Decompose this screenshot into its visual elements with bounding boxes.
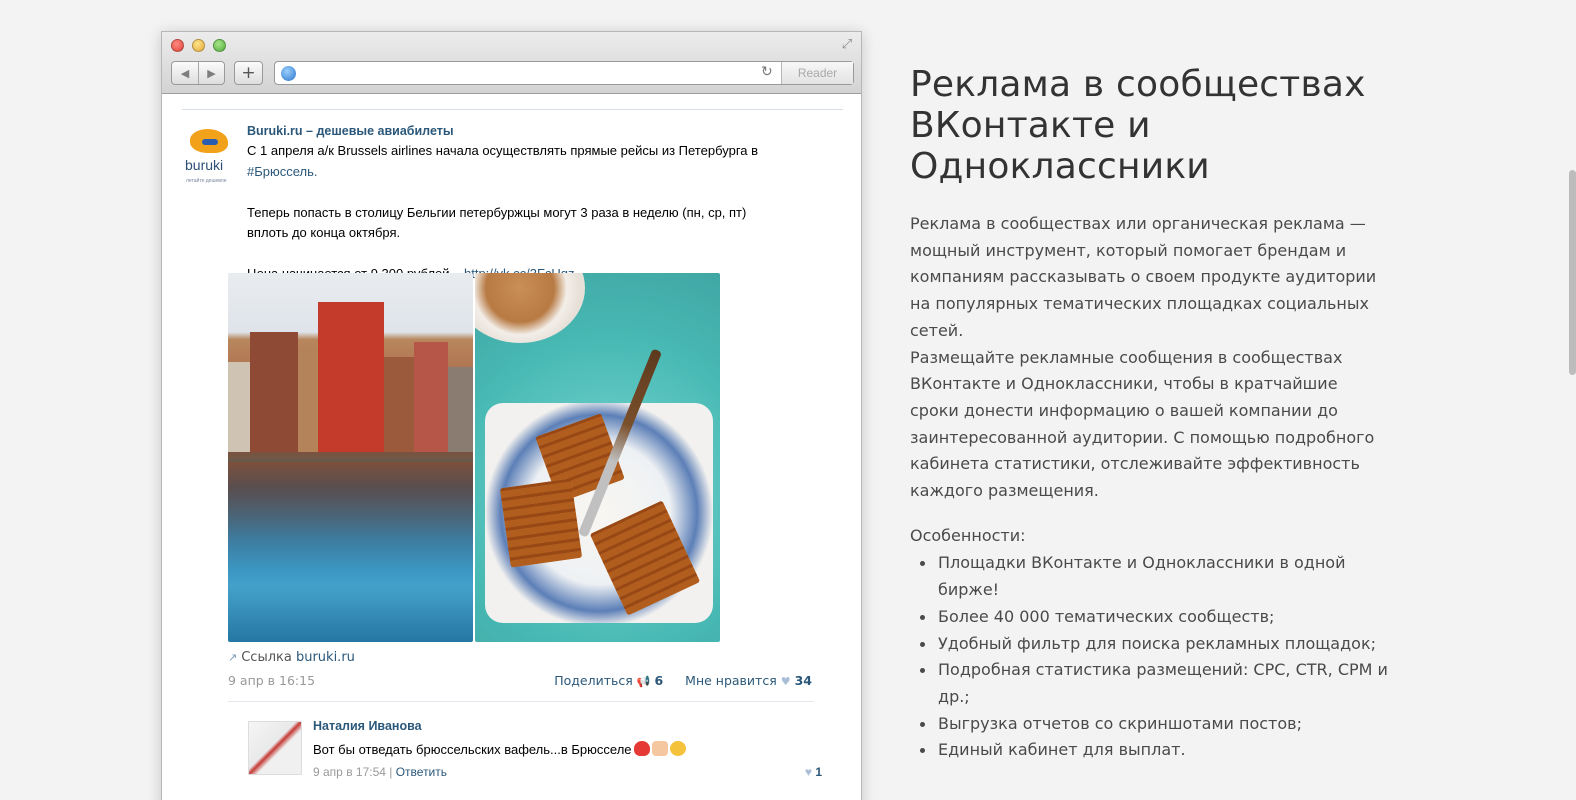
minimize-window-button[interactable] bbox=[192, 39, 205, 52]
avatar-logo-subtext: летайте дешевле bbox=[186, 178, 227, 184]
zoom-window-button[interactable] bbox=[213, 39, 226, 52]
features-heading: Особенности: bbox=[910, 525, 1026, 545]
comment-like[interactable]: ♥ 1 bbox=[805, 765, 822, 779]
list-item: Более 40 000 тематических сообществ; bbox=[910, 604, 1390, 631]
address-bar[interactable]: ↻ Reader bbox=[274, 61, 854, 85]
post-author[interactable]: Buruki.ru – дешевые авиабилеты bbox=[247, 121, 817, 141]
divider bbox=[182, 109, 843, 110]
nav-buttons: ◀ ▶ bbox=[171, 61, 225, 85]
comment-date: 9 апр в 17:54 | bbox=[313, 765, 396, 779]
comment-text: Вот бы отведать брюссельских вафель...в … bbox=[313, 742, 632, 757]
heart-emoji-icon bbox=[633, 741, 650, 756]
window-controls bbox=[171, 39, 226, 52]
list-item: Удобный фильтр для поиска рекламных площ… bbox=[910, 631, 1390, 658]
post-body: Buruki.ru – дешевые авиабилеты С 1 апрел… bbox=[247, 121, 817, 285]
divider bbox=[228, 701, 814, 702]
heart-icon: ♥ bbox=[780, 675, 791, 688]
share-button[interactable]: Поделиться bbox=[554, 673, 633, 688]
plane-logo-icon bbox=[190, 129, 228, 153]
intro-paragraph: Реклама в сообществах или органическая р… bbox=[910, 211, 1390, 505]
list-item: Подробная статистика размещений: CPC, CT… bbox=[910, 657, 1390, 710]
link-label: Ссылка bbox=[241, 650, 296, 665]
heart-icon: ♥ bbox=[804, 765, 812, 779]
post-meta: 9 апр в 16:15 Поделиться 📢 6 Мне нравится ♥… bbox=[228, 673, 812, 688]
reload-icon[interactable]: ↻ bbox=[761, 64, 773, 80]
megaphone-icon: 📢 bbox=[636, 675, 651, 688]
comment-avatar[interactable] bbox=[248, 721, 302, 775]
comment-author[interactable]: Наталия Иванова bbox=[313, 719, 422, 733]
share-count: 6 bbox=[654, 673, 664, 688]
globe-icon bbox=[281, 66, 296, 81]
intro-paragraph-2: Размещайте рекламные сообщения в сообщес… bbox=[910, 347, 1375, 501]
comment-text-row: Вот бы отведать брюссельских вафель...в … bbox=[313, 741, 686, 757]
reply-button[interactable]: Ответить bbox=[396, 765, 447, 779]
post-link-row[interactable]: ↗ Ссылка buruki.ru bbox=[228, 650, 355, 665]
features-list: Площадки ВКонтакте и Одноклассники в одн… bbox=[910, 550, 1390, 764]
intro-paragraph-1: Реклама в сообществах или органическая р… bbox=[910, 214, 1377, 340]
comment-meta: 9 апр в 17:54 | Ответить bbox=[313, 765, 447, 779]
thumbs-up-emoji-icon bbox=[651, 741, 668, 756]
list-item: Выгрузка отчетов со скриншотами постов; bbox=[910, 711, 1390, 738]
waffles-photo[interactable] bbox=[475, 273, 720, 642]
back-button[interactable]: ◀ bbox=[172, 62, 198, 84]
bruges-canal-photo[interactable] bbox=[228, 273, 473, 642]
like-button[interactable]: Мне нравится bbox=[685, 673, 777, 688]
post-photos bbox=[228, 273, 720, 642]
post-actions: Поделиться 📢 6 Мне нравится ♥ 34 bbox=[550, 673, 812, 688]
vk-page: buruki летайте дешевле Buruki.ru – дешев… bbox=[162, 95, 861, 800]
post-date[interactable]: 9 апр в 16:15 bbox=[228, 673, 315, 688]
content-column: Реклама в сообществах ВКонтакте и Однокл… bbox=[910, 64, 1390, 764]
link-arrow-icon: ↗ bbox=[228, 651, 238, 664]
post-text-line1: С 1 апреля а/к Brussels airlines начала … bbox=[247, 143, 759, 158]
page-title: Реклама в сообществах ВКонтакте и Однокл… bbox=[910, 64, 1366, 187]
new-tab-button[interactable]: + bbox=[234, 61, 263, 85]
post-avatar[interactable]: buruki летайте дешевле bbox=[182, 127, 234, 184]
list-item: Единый кабинет для выплат. bbox=[910, 737, 1390, 764]
browser-window: ⤢ ◀ ▶ + ↻ Reader buruki летайте дешевле … bbox=[161, 31, 862, 800]
post-text-line2a: Теперь попасть в столицу Бельгии петербу… bbox=[247, 204, 747, 220]
close-window-button[interactable] bbox=[171, 39, 184, 52]
forward-button[interactable]: ▶ bbox=[198, 62, 224, 84]
smile-emoji-icon bbox=[669, 741, 686, 756]
list-item: Площадки ВКонтакте и Одноклассники в одн… bbox=[910, 550, 1390, 603]
post-text-line2b: вплоть до конца октября. bbox=[247, 225, 401, 240]
browser-toolbar: ⤢ ◀ ▶ + ↻ Reader bbox=[162, 32, 861, 94]
post-hashtag[interactable]: #Брюссель. bbox=[247, 162, 817, 183]
page-scrollbar[interactable] bbox=[1569, 170, 1576, 375]
comment-like-count: 1 bbox=[815, 765, 822, 779]
reader-button[interactable]: Reader bbox=[781, 62, 853, 84]
like-count: 34 bbox=[794, 673, 812, 688]
link-domain[interactable]: buruki.ru bbox=[296, 650, 355, 665]
fullscreen-icon[interactable]: ⤢ bbox=[839, 37, 855, 53]
